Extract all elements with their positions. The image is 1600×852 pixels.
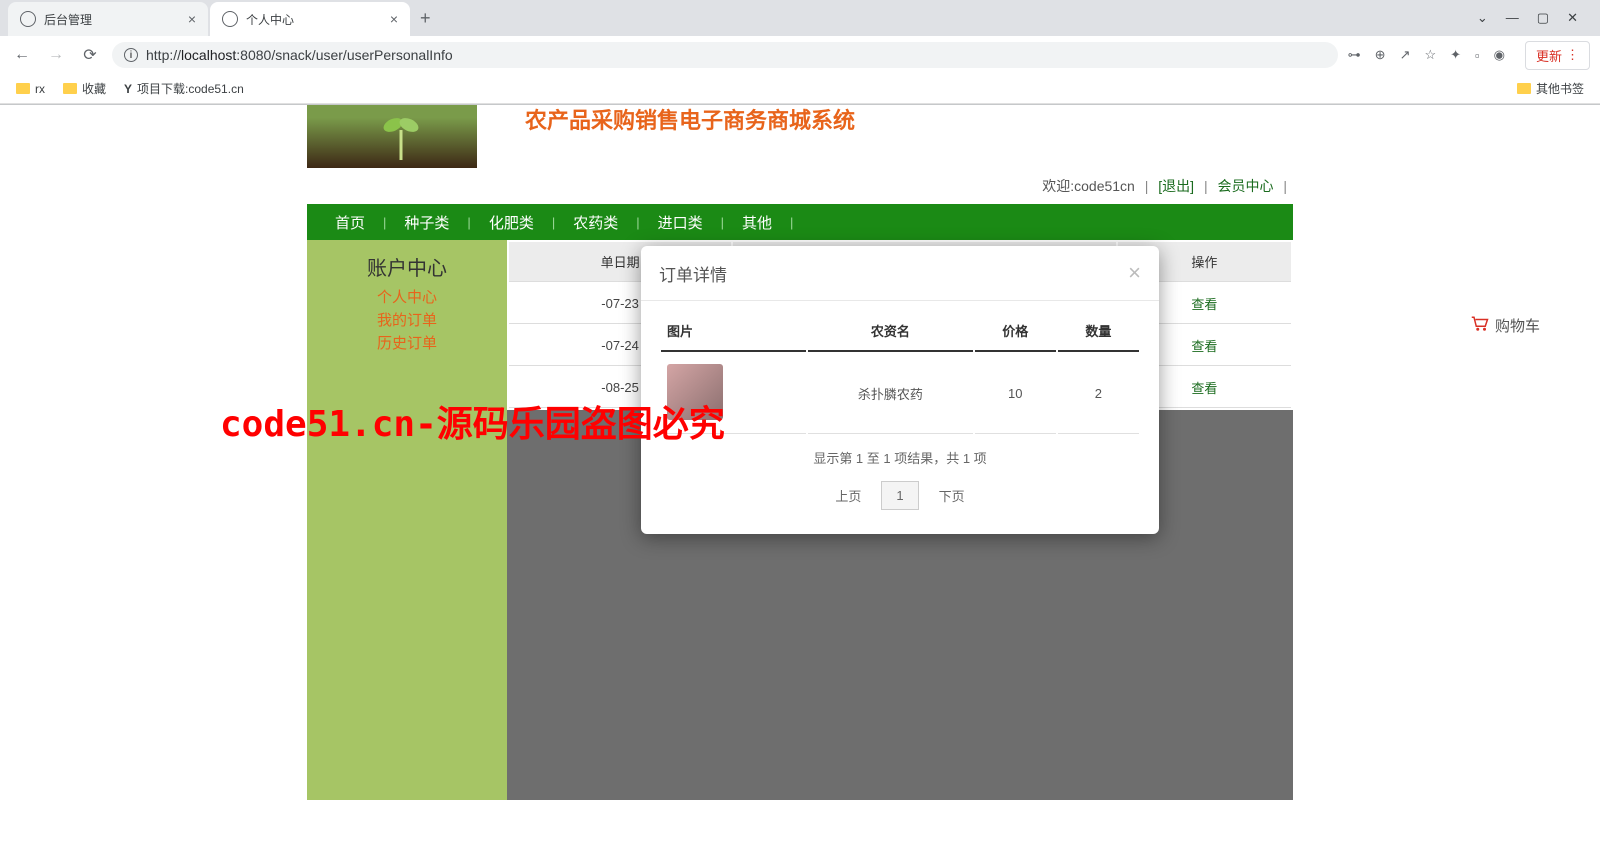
globe-icon [222, 11, 238, 27]
main-nav: 首页| 种子类| 化肥类| 农药类| 进口类| 其他| [307, 204, 1293, 240]
prev-page[interactable]: 上页 [827, 482, 869, 509]
cell-name: 杀扑膦农药 [808, 354, 972, 434]
tab-title: 个人中心 [246, 11, 382, 28]
close-window-icon[interactable]: ✕ [1567, 10, 1578, 26]
profile-icon[interactable]: ◉ [1494, 47, 1505, 63]
reload-icon[interactable]: ⟳ [78, 45, 102, 65]
sidebar-title: 账户中心 [307, 248, 507, 285]
sidebar-item-personal[interactable]: 个人中心 [307, 285, 507, 308]
toolbar-icons: ⊶ ⊕ ↗ ☆ ✦ ▫ ◉ 更新 ⋮ [1348, 41, 1590, 70]
col-price: 价格 [975, 311, 1056, 352]
minimize-icon[interactable]: — [1506, 10, 1519, 26]
table-row: 杀扑膦农药 10 2 [661, 354, 1139, 434]
nav-import[interactable]: 进口类 [640, 212, 721, 233]
bookmark-fav[interactable]: 收藏 [63, 80, 106, 97]
nav-home[interactable]: 首页 [317, 212, 383, 233]
sidebar-item-orders[interactable]: 我的订单 [307, 308, 507, 331]
modal-overlay: 订单详情 × 图片 农资名 价格 数量 [507, 240, 1293, 800]
window-controls: ⌄ — ▢ ✕ [1463, 10, 1592, 26]
folder-icon [16, 83, 30, 94]
tab-title: 后台管理 [44, 11, 180, 28]
site-title: 农产品采购销售电子商务商城系统 [525, 107, 865, 136]
back-icon[interactable]: ← [10, 46, 34, 64]
info-icon[interactable]: i [124, 48, 138, 62]
new-tab-button[interactable]: + [412, 8, 439, 29]
nav-other[interactable]: 其他 [724, 212, 790, 233]
tab-bar: 后台管理 × 个人中心 × + ⌄ — ▢ ✕ [0, 0, 1600, 36]
panel-icon[interactable]: ▫ [1475, 48, 1480, 63]
nav-seeds[interactable]: 种子类 [386, 212, 467, 233]
page-number[interactable]: 1 [881, 481, 918, 510]
folder-icon [1517, 83, 1531, 94]
close-icon[interactable]: × [188, 11, 196, 27]
folder-icon [63, 83, 77, 94]
nav-pesticide[interactable]: 农药类 [555, 212, 636, 233]
url-text: http://localhost:8080/snack/user/userPer… [146, 47, 453, 63]
key-icon[interactable]: ⊶ [1348, 47, 1361, 63]
product-image [667, 364, 723, 420]
address-bar: ← → ⟳ i http://localhost:8080/snack/user… [0, 36, 1600, 74]
zoom-icon[interactable]: ⊕ [1375, 47, 1386, 63]
cell-price: 10 [975, 354, 1056, 434]
username: code51cn [1074, 178, 1135, 194]
col-name: 农资名 [808, 311, 972, 352]
forward-icon: → [44, 46, 68, 64]
member-center-link[interactable]: 会员中心 [1217, 178, 1273, 194]
url-input[interactable]: i http://localhost:8080/snack/user/userP… [112, 42, 1338, 68]
next-page[interactable]: 下页 [931, 482, 973, 509]
site-icon: Y [124, 82, 132, 96]
cell-qty: 2 [1058, 354, 1139, 434]
sidebar: 账户中心 个人中心 我的订单 历史订单 [307, 240, 507, 800]
globe-icon [20, 11, 36, 27]
logo-image [307, 105, 477, 168]
browser-tab-0[interactable]: 后台管理 × [8, 2, 208, 36]
share-icon[interactable]: ↗ [1400, 47, 1411, 63]
close-icon[interactable]: × [390, 11, 398, 27]
sidebar-links: 个人中心 我的订单 历史订单 [307, 285, 507, 354]
cart-icon [1471, 316, 1489, 336]
modal-body: 图片 农资名 价格 数量 杀扑膦农药 10 2 [641, 301, 1159, 534]
page-content: 农产品采购销售电子商务商城系统 欢迎:code51cn | [退出] | 会员中… [307, 105, 1293, 800]
site-header: 农产品采购销售电子商务商城系统 [307, 105, 1293, 168]
logout-link[interactable]: [退出] [1158, 178, 1194, 194]
bookmark-bar: rx 收藏 Y项目下载:code51.cn 其他书签 [0, 74, 1600, 104]
browser-chrome: 后台管理 × 个人中心 × + ⌄ — ▢ ✕ ← → ⟳ i http://l… [0, 0, 1600, 105]
col-qty: 数量 [1058, 311, 1139, 352]
star-icon[interactable]: ☆ [1424, 47, 1436, 63]
nav-fertilizer[interactable]: 化肥类 [471, 212, 552, 233]
pager: 上页 1 下页 [659, 475, 1141, 516]
maximize-icon[interactable]: ▢ [1537, 10, 1549, 26]
welcome-label: 欢迎: [1042, 178, 1074, 194]
top-links: 欢迎:code51cn | [退出] | 会员中心 | [307, 168, 1293, 204]
col-image: 图片 [661, 311, 806, 352]
bookmark-code51[interactable]: Y项目下载:code51.cn [124, 80, 244, 97]
content-area: 账户中心 个人中心 我的订单 历史订单 单日期 状态 操作 -07-23 已付款… [307, 240, 1293, 800]
sidebar-item-history[interactable]: 历史订单 [307, 331, 507, 354]
cart-button[interactable]: 购物车 [1471, 315, 1540, 336]
close-icon[interactable]: × [1128, 260, 1141, 286]
browser-tab-1[interactable]: 个人中心 × [210, 2, 410, 36]
modal-header: 订单详情 × [641, 246, 1159, 301]
detail-table: 图片 农资名 价格 数量 杀扑膦农药 10 2 [659, 309, 1141, 436]
update-button[interactable]: 更新 ⋮ [1525, 41, 1590, 70]
pager-info: 显示第 1 至 1 项结果，共 1 项 [659, 436, 1141, 475]
bookmark-rx[interactable]: rx [16, 82, 45, 96]
extensions-icon[interactable]: ✦ [1450, 47, 1461, 63]
order-detail-modal: 订单详情 × 图片 农资名 价格 数量 [641, 246, 1159, 534]
main-area: 单日期 状态 操作 -07-23 已付款,未发货 查看 -07-24 已付款,未… [507, 240, 1293, 800]
modal-title: 订单详情 [659, 261, 727, 286]
cart-label: 购物车 [1495, 315, 1540, 336]
other-bookmarks[interactable]: 其他书签 [1517, 80, 1584, 97]
chevron-down-icon[interactable]: ⌄ [1477, 10, 1488, 26]
